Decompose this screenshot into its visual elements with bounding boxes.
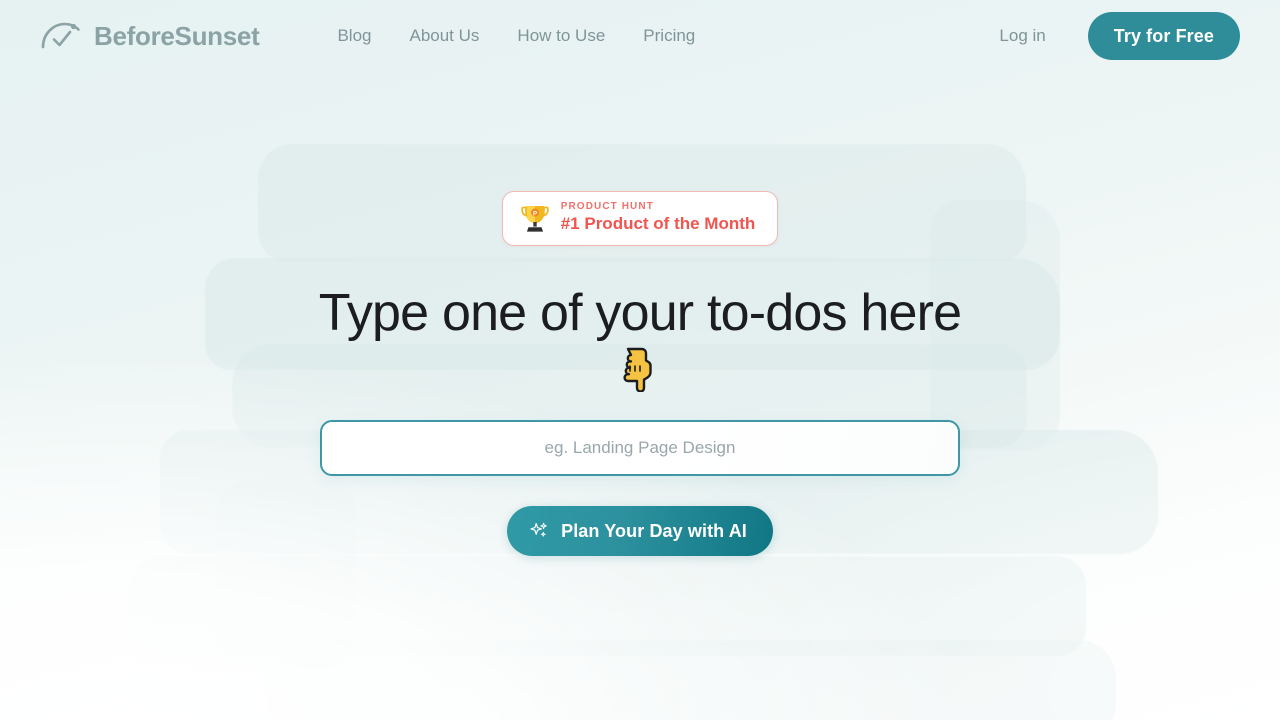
main-navigation: Blog About Us How to Use Pricing: [337, 26, 695, 46]
todo-input[interactable]: [320, 420, 960, 477]
product-hunt-badge-text: PRODUCT HUNT #1 Product of the Month: [561, 202, 756, 234]
arc-check-logo-icon: [41, 22, 80, 49]
product-hunt-badge[interactable]: P PRODUCT HUNT #1 Product of the Month: [501, 191, 779, 246]
product-hunt-title: #1 Product of the Month: [560, 214, 756, 233]
brand-logo[interactable]: BeforeSunset: [40, 20, 260, 52]
hero-section: P PRODUCT HUNT #1 Product of the Month T…: [0, 0, 1280, 720]
nav-link-about-us[interactable]: About Us: [409, 26, 479, 46]
brand-name: BeforeSunset: [94, 20, 260, 51]
try-for-free-button[interactable]: Try for Free: [1087, 12, 1240, 60]
plan-your-day-button-label: Plan Your Day with AI: [561, 520, 747, 541]
sparkles-icon: [530, 522, 547, 537]
pointing-down-hand-icon: [623, 348, 652, 393]
plan-your-day-button[interactable]: Plan Your Day with AI: [507, 506, 773, 557]
login-link[interactable]: Log in: [999, 26, 1045, 46]
page-title: Type one of your to-dos here: [318, 283, 962, 342]
page-background: BeforeSunset Blog About Us How to Use Pr…: [0, 0, 1280, 720]
product-hunt-kicker: PRODUCT HUNT: [560, 201, 654, 212]
nav-link-how-to-use[interactable]: How to Use: [517, 26, 605, 46]
nav-link-pricing[interactable]: Pricing: [643, 26, 695, 46]
nav-link-blog[interactable]: Blog: [337, 26, 371, 46]
trophy-icon: P: [521, 205, 549, 232]
site-header: BeforeSunset Blog About Us How to Use Pr…: [0, 0, 1280, 72]
svg-text:P: P: [533, 211, 537, 217]
header-actions: Log in Try for Free: [999, 12, 1240, 60]
